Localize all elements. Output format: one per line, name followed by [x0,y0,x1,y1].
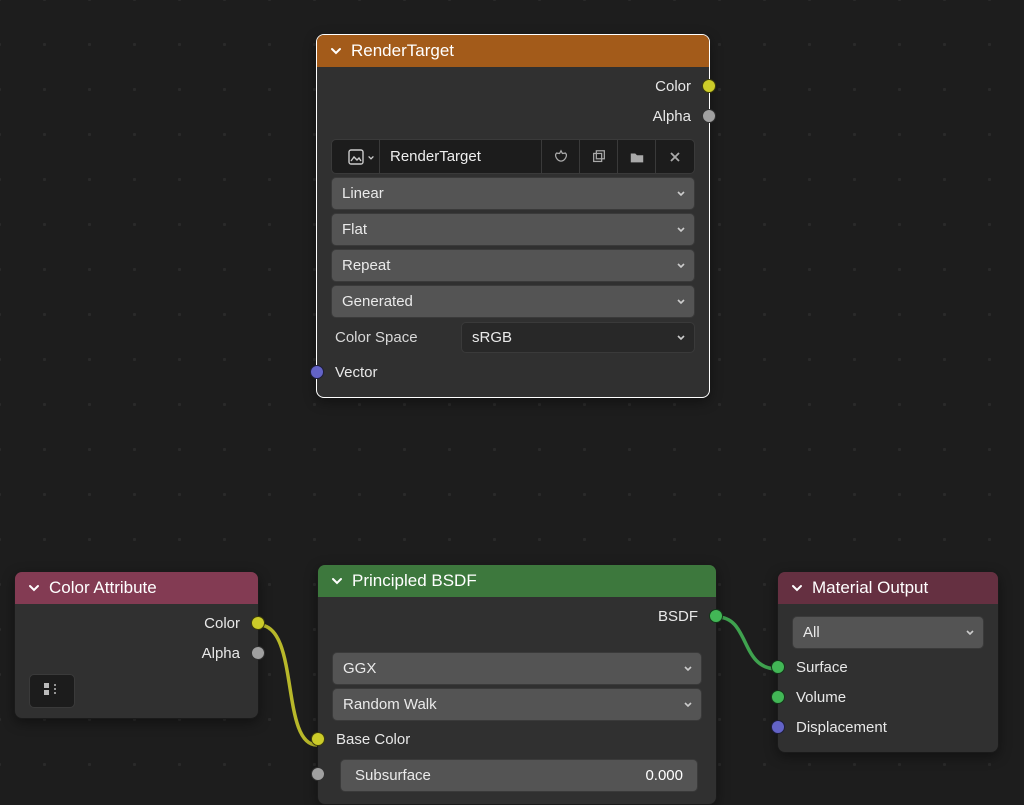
socket-volume[interactable] [771,690,785,704]
slider-value: 0.000 [645,767,683,784]
image-name-field[interactable]: RenderTarget [380,140,542,173]
input-displacement[interactable]: Displacement [778,712,998,742]
dropdown-value: All [803,624,820,641]
slider-label: Subsurface [355,767,431,784]
distribution-dropdown[interactable]: GGX [332,652,702,685]
node-title: RenderTarget [351,41,454,61]
projection-dropdown[interactable]: Flat [331,213,695,246]
output-alpha[interactable]: Alpha [317,101,709,131]
image-icon[interactable] [332,140,380,173]
color-attribute-selector[interactable] [29,674,75,708]
fake-user-button[interactable] [542,140,580,173]
image-datablock-selector[interactable]: RenderTarget [331,139,695,174]
node-title: Material Output [812,578,928,598]
dropdown-value: sRGB [472,329,512,346]
input-label: Displacement [796,719,887,736]
input-label: Volume [796,689,846,706]
node-header[interactable]: Color Attribute [15,572,258,604]
input-vector[interactable]: Vector [317,357,709,387]
output-alpha[interactable]: Alpha [15,638,258,668]
open-image-button[interactable] [618,140,656,173]
interpolation-dropdown[interactable]: Linear [331,177,695,210]
output-label: Alpha [653,108,691,125]
input-label: Base Color [336,731,410,748]
socket-vector[interactable] [310,365,324,379]
socket-bsdf[interactable] [709,609,723,623]
socket-subsurface[interactable] [311,767,325,781]
colorspace-dropdown[interactable]: sRGB [461,322,695,353]
dropdown-value: Generated [342,293,413,310]
output-label: Alpha [202,645,240,662]
input-surface[interactable]: Surface [778,652,998,682]
output-label: BSDF [658,608,698,625]
node-image-texture[interactable]: RenderTarget Color Alpha RenderTarget [316,34,710,398]
dropdown-value: Linear [342,185,384,202]
socket-alpha[interactable] [251,646,265,660]
input-subsurface[interactable]: Subsurface 0.000 [318,754,716,794]
input-label: Surface [796,659,848,676]
new-image-button[interactable] [580,140,618,173]
chevron-down-icon [329,44,343,58]
node-material-output[interactable]: Material Output All Surface Volume Displ… [777,571,999,753]
input-label: Vector [335,364,378,381]
output-color[interactable]: Color [15,608,258,638]
chevron-down-icon [330,574,344,588]
node-header[interactable]: RenderTarget [317,35,709,67]
chevron-down-icon [676,189,686,199]
chevron-down-icon [27,581,41,595]
node-principled-bsdf[interactable]: Principled BSDF BSDF GGX Random Walk Bas… [317,564,717,805]
chevron-down-icon [676,261,686,271]
image-name-text: RenderTarget [390,148,481,165]
chevron-down-icon [965,628,975,638]
chevron-down-icon [676,297,686,307]
subsurface-method-dropdown[interactable]: Random Walk [332,688,702,721]
socket-surface[interactable] [771,660,785,674]
node-title: Color Attribute [49,578,157,598]
output-label: Color [204,615,240,632]
socket-alpha[interactable] [702,109,716,123]
subsurface-slider[interactable]: Subsurface 0.000 [340,759,698,792]
node-color-attribute[interactable]: Color Attribute Color Alpha [14,571,259,719]
socket-color[interactable] [251,616,265,630]
chevron-down-icon [676,333,686,343]
colorspace-label: Color Space [331,329,453,346]
socket-color[interactable] [702,79,716,93]
extension-dropdown[interactable]: Repeat [331,249,695,282]
dropdown-value: GGX [343,660,376,677]
socket-base-color[interactable] [311,732,325,746]
target-dropdown[interactable]: All [792,616,984,649]
colorspace-row: Color Space sRGB [331,321,695,354]
output-color[interactable]: Color [317,71,709,101]
node-header[interactable]: Principled BSDF [318,565,716,597]
chevron-down-icon [676,225,686,235]
chevron-down-icon [683,664,693,674]
unlink-image-button[interactable] [656,140,694,173]
dropdown-value: Random Walk [343,696,437,713]
node-title: Principled BSDF [352,571,477,591]
input-volume[interactable]: Volume [778,682,998,712]
output-label: Color [655,78,691,95]
output-bsdf[interactable]: BSDF [318,601,716,631]
chevron-down-icon [683,700,693,710]
chevron-down-icon [790,581,804,595]
input-base-color[interactable]: Base Color [318,724,716,754]
socket-displacement[interactable] [771,720,785,734]
node-header[interactable]: Material Output [778,572,998,604]
dropdown-value: Flat [342,221,367,238]
dropdown-value: Repeat [342,257,390,274]
source-dropdown[interactable]: Generated [331,285,695,318]
